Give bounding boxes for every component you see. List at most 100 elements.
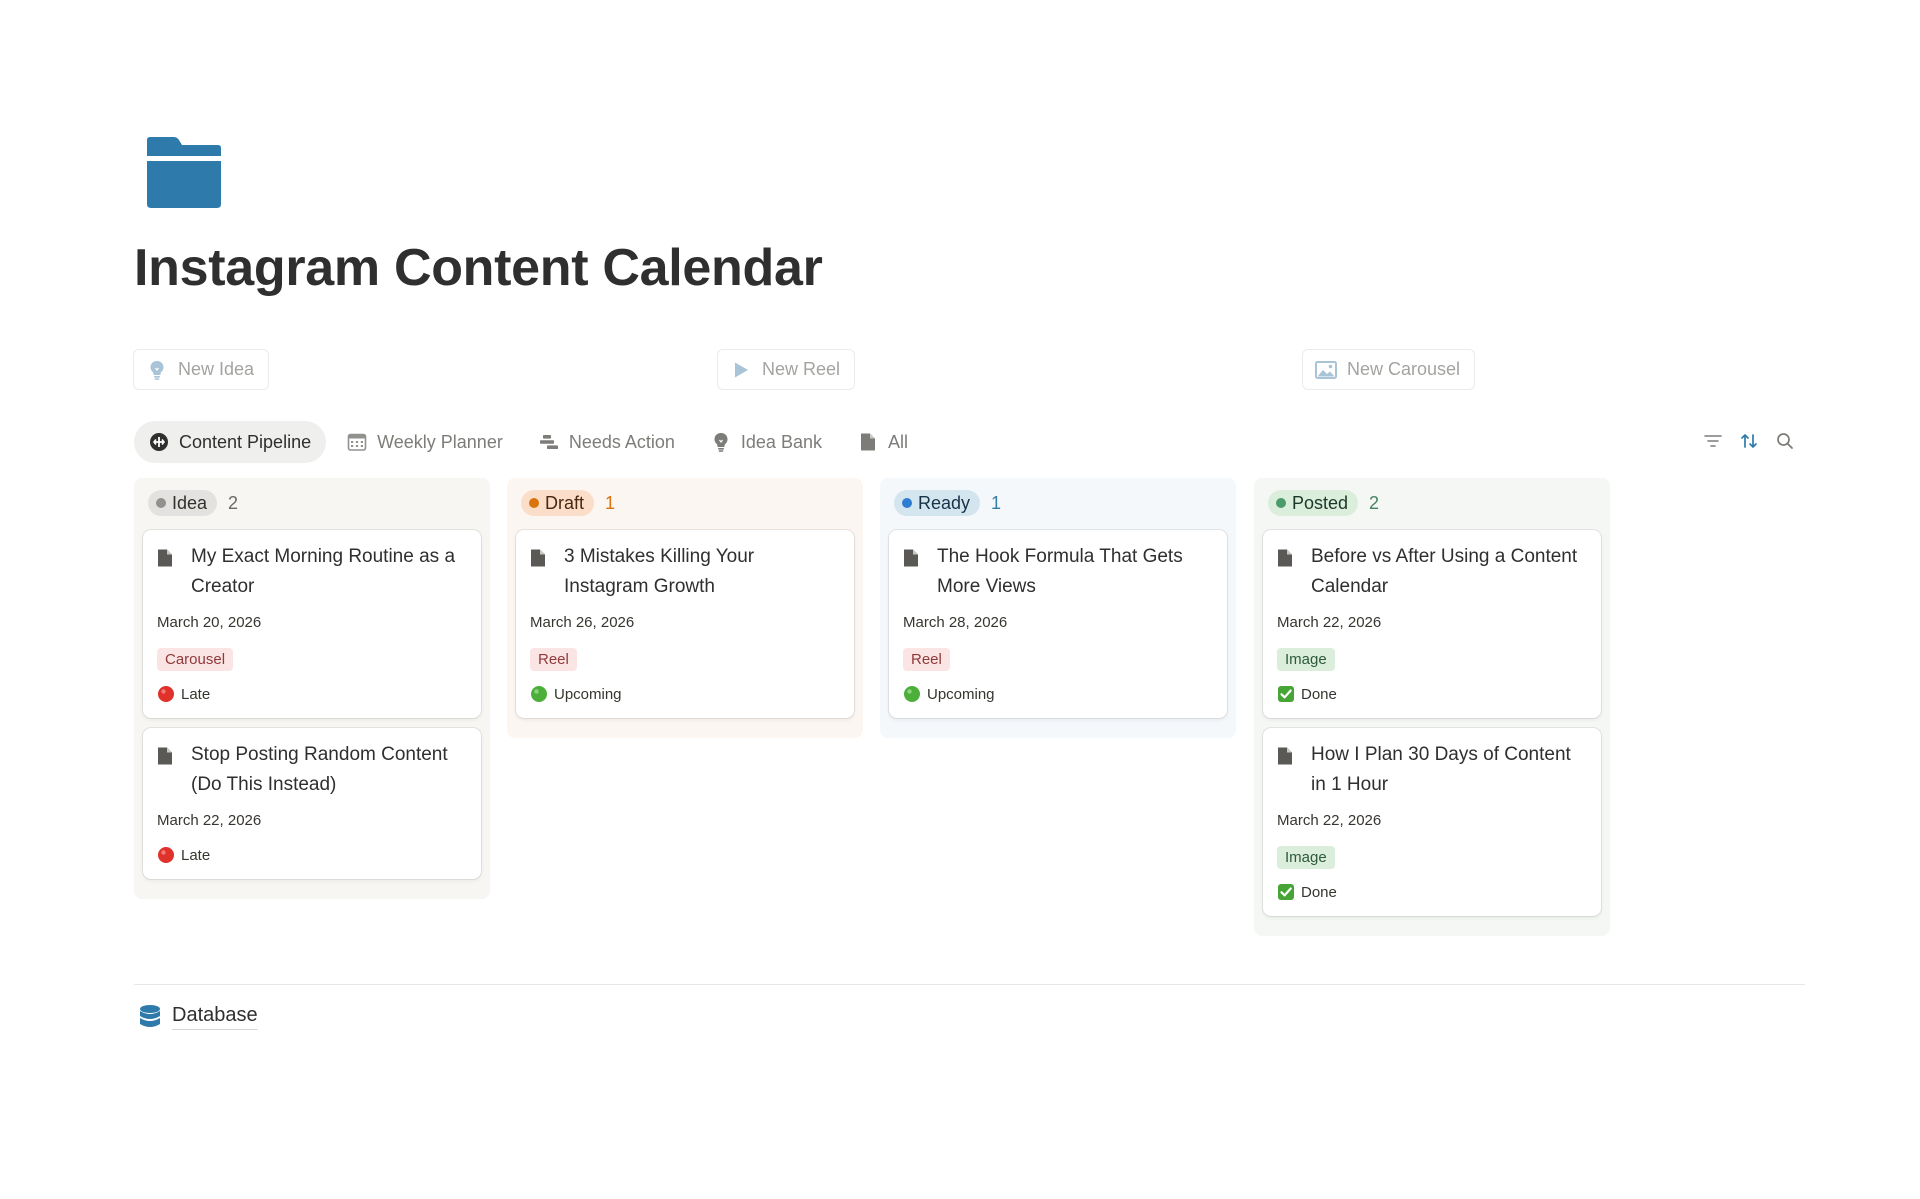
- tab-idea-bank[interactable]: Idea Bank: [696, 421, 837, 463]
- tab-needs-action[interactable]: Needs Action: [524, 421, 690, 463]
- board-icon: [149, 432, 169, 452]
- lightbulb-icon: [711, 432, 731, 452]
- check-mark-icon: [1277, 883, 1295, 901]
- calendar-icon: [347, 432, 367, 452]
- database-label: Database: [172, 1004, 258, 1030]
- content-card[interactable]: Stop Posting Random Content (Do This Ins…: [143, 728, 481, 879]
- card-status: Late: [157, 845, 467, 865]
- content-card[interactable]: My Exact Morning Routine as a Creator Mar…: [143, 530, 481, 718]
- card-title[interactable]: How I Plan 30 Days of Content in 1 Hour: [1277, 740, 1587, 800]
- status-dot: [156, 498, 166, 508]
- status-dot: [902, 498, 912, 508]
- new-reel-button[interactable]: New Reel: [717, 349, 856, 390]
- content-card[interactable]: 3 Mistakes Killing Your Instagram Growth…: [516, 530, 854, 718]
- card-status-text: Late: [181, 685, 211, 703]
- format-tag: Image: [1277, 846, 1335, 869]
- card-status: Done: [1277, 882, 1587, 902]
- column-ready: Ready 1 The Hook Formula That Gets More Vi…: [880, 478, 1236, 738]
- card-title[interactable]: My Exact Morning Routine as a Creator: [157, 542, 467, 602]
- red-circle-icon: [157, 846, 175, 864]
- document-icon: [157, 740, 177, 800]
- column-count: 2: [228, 492, 239, 513]
- card-title[interactable]: The Hook Formula That Gets More Views: [903, 542, 1213, 602]
- document-icon: [530, 542, 550, 602]
- column-header: Idea 2: [148, 488, 481, 518]
- tab-label: Weekly Planner: [377, 431, 503, 452]
- format-tag: Image: [1277, 648, 1335, 671]
- green-circle-icon: [903, 685, 921, 703]
- status-pill[interactable]: Posted: [1268, 490, 1359, 516]
- tab-label: Content Pipeline: [179, 431, 312, 452]
- status-pill[interactable]: Idea: [148, 490, 218, 516]
- new-carousel-button[interactable]: New Carousel: [1302, 349, 1476, 390]
- tab-all[interactable]: All: [843, 421, 923, 463]
- card-date: March 22, 2026: [157, 812, 262, 829]
- document-icon: [903, 542, 923, 602]
- card-date: March 26, 2026: [530, 614, 635, 631]
- column-count: 1: [991, 492, 1002, 513]
- content-card[interactable]: Before vs After Using a Content Calendar…: [1263, 530, 1601, 718]
- check-mark-icon: [1277, 685, 1295, 703]
- green-circle-icon: [530, 685, 548, 703]
- card-title[interactable]: 3 Mistakes Killing Your Instagram Growth: [530, 542, 840, 602]
- timeline-icon: [539, 432, 559, 452]
- document-icon: [858, 432, 878, 452]
- column-count: 2: [1369, 492, 1380, 513]
- filter-icon[interactable]: [1702, 430, 1724, 452]
- card-date: March 28, 2026: [903, 614, 1008, 631]
- view-tabs: Content Pipeline Weekly Planner Needs Ac…: [134, 421, 929, 463]
- search-icon[interactable]: [1774, 430, 1796, 452]
- card-status: Upcoming: [903, 684, 1213, 704]
- database-link[interactable]: Database: [138, 1004, 258, 1030]
- card-status: Done: [1277, 684, 1587, 704]
- card-status-text: Late: [181, 846, 211, 864]
- tab-label: Needs Action: [568, 431, 675, 452]
- new-reel-label: New Reel: [762, 359, 841, 379]
- new-idea-label: New Idea: [178, 359, 255, 379]
- status-label: Draft: [545, 492, 585, 513]
- new-carousel-label: New Carousel: [1347, 359, 1461, 379]
- sort-icon[interactable]: [1738, 430, 1760, 452]
- tab-label: All: [887, 431, 908, 452]
- card-title-text: How I Plan 30 Days of Content in 1 Hour: [1311, 744, 1571, 795]
- card-title-text: The Hook Formula That Gets More Views: [937, 546, 1183, 597]
- card-title-text: My Exact Morning Routine as a Creator: [191, 546, 456, 597]
- format-tag: Carousel: [157, 648, 234, 671]
- tab-label: Idea Bank: [740, 431, 822, 452]
- card-date: March 22, 2026: [1277, 812, 1382, 829]
- card-status-text: Done: [1301, 883, 1337, 901]
- column-header: Ready 1: [894, 488, 1227, 518]
- card-title[interactable]: Before vs After Using a Content Calendar: [1277, 542, 1587, 602]
- card-status: Upcoming: [530, 684, 840, 704]
- status-dot: [1276, 498, 1286, 508]
- card-title[interactable]: Stop Posting Random Content (Do This Ins…: [157, 740, 467, 800]
- format-tag: Reel: [530, 648, 577, 671]
- column-header: Posted 2: [1268, 488, 1601, 518]
- column-posted: Posted 2 Before vs After Using a Content C…: [1254, 478, 1610, 936]
- card-status: Late: [157, 684, 467, 704]
- status-label: Idea: [172, 492, 208, 513]
- status-label: Posted: [1292, 492, 1349, 513]
- status-pill[interactable]: Draft: [521, 490, 595, 516]
- lightbulb-icon: [146, 359, 168, 381]
- document-icon: [1277, 542, 1297, 602]
- column-count: 1: [605, 492, 616, 513]
- tab-content-pipeline[interactable]: Content Pipeline: [134, 421, 327, 463]
- column-draft: Draft 1 3 Mistakes Killing Your Instagram …: [507, 478, 863, 738]
- card-title-text: Before vs After Using a Content Calendar: [1311, 546, 1578, 597]
- card-date: March 22, 2026: [1277, 614, 1382, 631]
- card-title-text: Stop Posting Random Content (Do This Ins…: [191, 744, 448, 795]
- document-icon: [157, 542, 177, 602]
- format-tag: Reel: [903, 648, 950, 671]
- status-pill[interactable]: Ready: [894, 490, 981, 516]
- content-card[interactable]: How I Plan 30 Days of Content in 1 Hour M…: [1263, 728, 1601, 916]
- card-status-text: Upcoming: [927, 685, 995, 703]
- content-card[interactable]: The Hook Formula That Gets More Views Mar…: [889, 530, 1227, 718]
- new-idea-button[interactable]: New Idea: [133, 349, 270, 390]
- status-dot: [529, 498, 539, 508]
- tab-weekly-planner[interactable]: Weekly Planner: [332, 421, 518, 463]
- divider: [134, 984, 1805, 985]
- document-icon: [1277, 740, 1297, 800]
- column-idea: Idea 2 My Exact Morning Routine as a Creat…: [134, 478, 490, 899]
- folder-icon[interactable]: [144, 136, 224, 212]
